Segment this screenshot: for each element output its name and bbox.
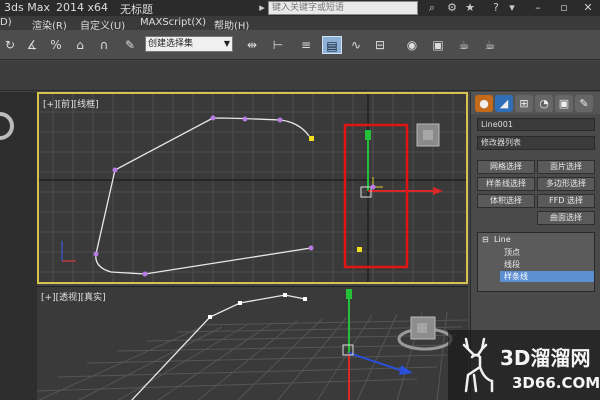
named-selection-set-dropdown[interactable]: 创建选择集 ▼ [145,36,233,52]
display-tab-icon[interactable]: ▣ [555,95,573,112]
maximize-icon[interactable]: ▫ [556,0,572,16]
star-icon[interactable]: ★ [462,0,478,16]
render-production-icon[interactable]: ☕ [480,36,500,54]
spline-select-button[interactable]: 样条线选择 [477,177,535,191]
viewport-grid [39,94,466,282]
perspective-viewport-canvas [37,289,468,400]
render-frame-icon[interactable]: ☕ [454,36,474,54]
stack-item-spline[interactable]: 样条线 [500,271,594,282]
spline-vertex[interactable] [112,167,118,173]
minimize-icon[interactable]: – [530,0,546,16]
spline-vertex-perspective[interactable] [303,297,307,301]
main-toolbar: ↻ ∡ % ⌂ ∩ ✎ 创建选择集 ▼ ⇹ ⊢ ≡ ▤ ∿ ⊟ ◉ ▣ ☕ ☕ [0,30,600,60]
named-selection-set-value: 创建选择集 [148,39,194,49]
document-title: 无标题 [120,3,153,16]
menu-item-maxscript[interactable]: MAXScript(X) [140,17,206,28]
stack-expand-icon[interactable]: ⊟ [482,235,489,244]
modify-tab-icon[interactable]: ◢ [495,95,513,112]
left-viewport-strip [0,92,37,400]
curve-editor-icon[interactable]: ∿ [346,36,366,54]
close-icon[interactable]: ✕ [580,0,596,16]
material-editor-icon[interactable]: ◉ [402,36,422,54]
binoculars-icon[interactable]: ⌕ [424,0,440,16]
surface-select-button[interactable]: 曲面选择 [537,211,595,225]
front-viewport-canvas [39,94,466,282]
watermark-url: 3D66.COM [512,374,600,392]
ffd-select-button[interactable]: FFD 选择 [537,194,595,208]
ribbon-strip [0,61,600,91]
spinner-snap-icon[interactable]: ⌂ [70,36,90,54]
render-setup-icon[interactable]: ▣ [428,36,448,54]
help-dropdown-icon[interactable]: ▾ [504,0,520,16]
front-viewport-label[interactable]: [+][前][线框] [43,97,99,110]
spline-vertex[interactable] [277,117,283,123]
stack-item-segment[interactable]: 线段 [504,259,520,270]
mirror-icon[interactable]: ⇹ [242,36,262,54]
line-spline[interactable] [95,117,312,275]
align-icon[interactable]: ⊢ [268,36,288,54]
deer-logo-icon [462,337,494,393]
perspective-viewport-label[interactable]: [+][透视][真实] [41,290,106,303]
stack-item-line[interactable]: Line [494,235,511,244]
viewcube-ring-icon [0,112,14,140]
title-bar: 3ds Max 2014 x64 无标题 ▸ 键入关键字或短语 ⌕ ⚙ ★ ? … [0,0,600,16]
spline-vertex[interactable] [142,271,148,277]
app-version: 2014 x64 [56,1,108,14]
schematic-view-icon[interactable]: ⊟ [370,36,390,54]
spline-vertex[interactable] [210,115,216,121]
network-icon[interactable]: ⚙ [444,0,460,16]
watermark-title: 3D溜溜网 [500,346,591,370]
percent-snap-icon[interactable]: % [46,36,66,54]
app-name: 3ds Max [4,1,50,14]
app-window: 3ds Max 2014 x64 无标题 ▸ 键入关键字或短语 ⌕ ⚙ ★ ? … [0,0,600,400]
spline-first-vertex[interactable] [309,136,314,141]
help-icon[interactable]: ? [488,0,504,16]
spline-vertex[interactable] [308,245,314,251]
angle-snap-icon[interactable]: ∡ [22,36,42,54]
magnet-icon[interactable]: ∩ [94,36,114,54]
object-name-field[interactable]: Line001 [477,118,595,131]
front-viewport[interactable]: [+][前][线框] [37,92,468,284]
utilities-tab-icon[interactable]: ✎ [575,95,593,112]
spline-vertex-perspective[interactable] [208,315,212,319]
spline-vertex-perspective[interactable] [238,301,242,305]
spline-vertex[interactable] [242,116,248,122]
patch-select-button[interactable]: 面片选择 [537,160,595,174]
highlight-box [343,123,409,269]
layer-manager-icon[interactable]: ≡ [296,36,316,54]
chevron-down-icon: ▼ [223,39,230,48]
menu-bar: D) 渲染(R) 自定义(U) MAXScript(X) 帮助(H) [0,16,600,32]
modifier-list-dropdown[interactable]: 修改器列表 [477,136,595,150]
menu-item-edit[interactable]: D) [0,17,12,28]
perspective-grid [37,311,468,400]
viewcube-icon[interactable] [416,123,440,147]
create-tab-icon[interactable]: ● [475,95,493,112]
search-input[interactable]: 键入关键字或短语 [268,1,418,15]
poly-select-button[interactable]: 多边形选择 [537,177,595,191]
rotate-icon[interactable]: ↻ [0,36,20,54]
spline-vertex[interactable] [93,251,99,257]
motion-tab-icon[interactable]: ◔ [535,95,553,112]
hierarchy-tab-icon[interactable]: ⊞ [515,95,533,112]
modifier-stack: ⊟ Line 顶点 线段 样条线 [477,232,595,292]
perspective-viewport[interactable]: [+][透视][真实] [37,286,468,400]
mesh-select-button[interactable]: 网格选择 [477,160,535,174]
world-axis-tripod [61,241,76,262]
stack-item-vertex[interactable]: 顶点 [504,247,520,258]
command-panel-tabs: ● ◢ ⊞ ◔ ▣ ✎ [471,92,600,114]
move-gizmo[interactable] [357,130,443,252]
edit-named-selection-icon[interactable]: ✎ [120,36,140,54]
graphite-ribbon-icon[interactable]: ▤ [322,36,342,54]
watermark: 3D溜溜网 3D66.COM [448,330,600,400]
volume-select-button[interactable]: 体积选择 [477,194,535,208]
spline-vertex-perspective[interactable] [283,293,287,297]
